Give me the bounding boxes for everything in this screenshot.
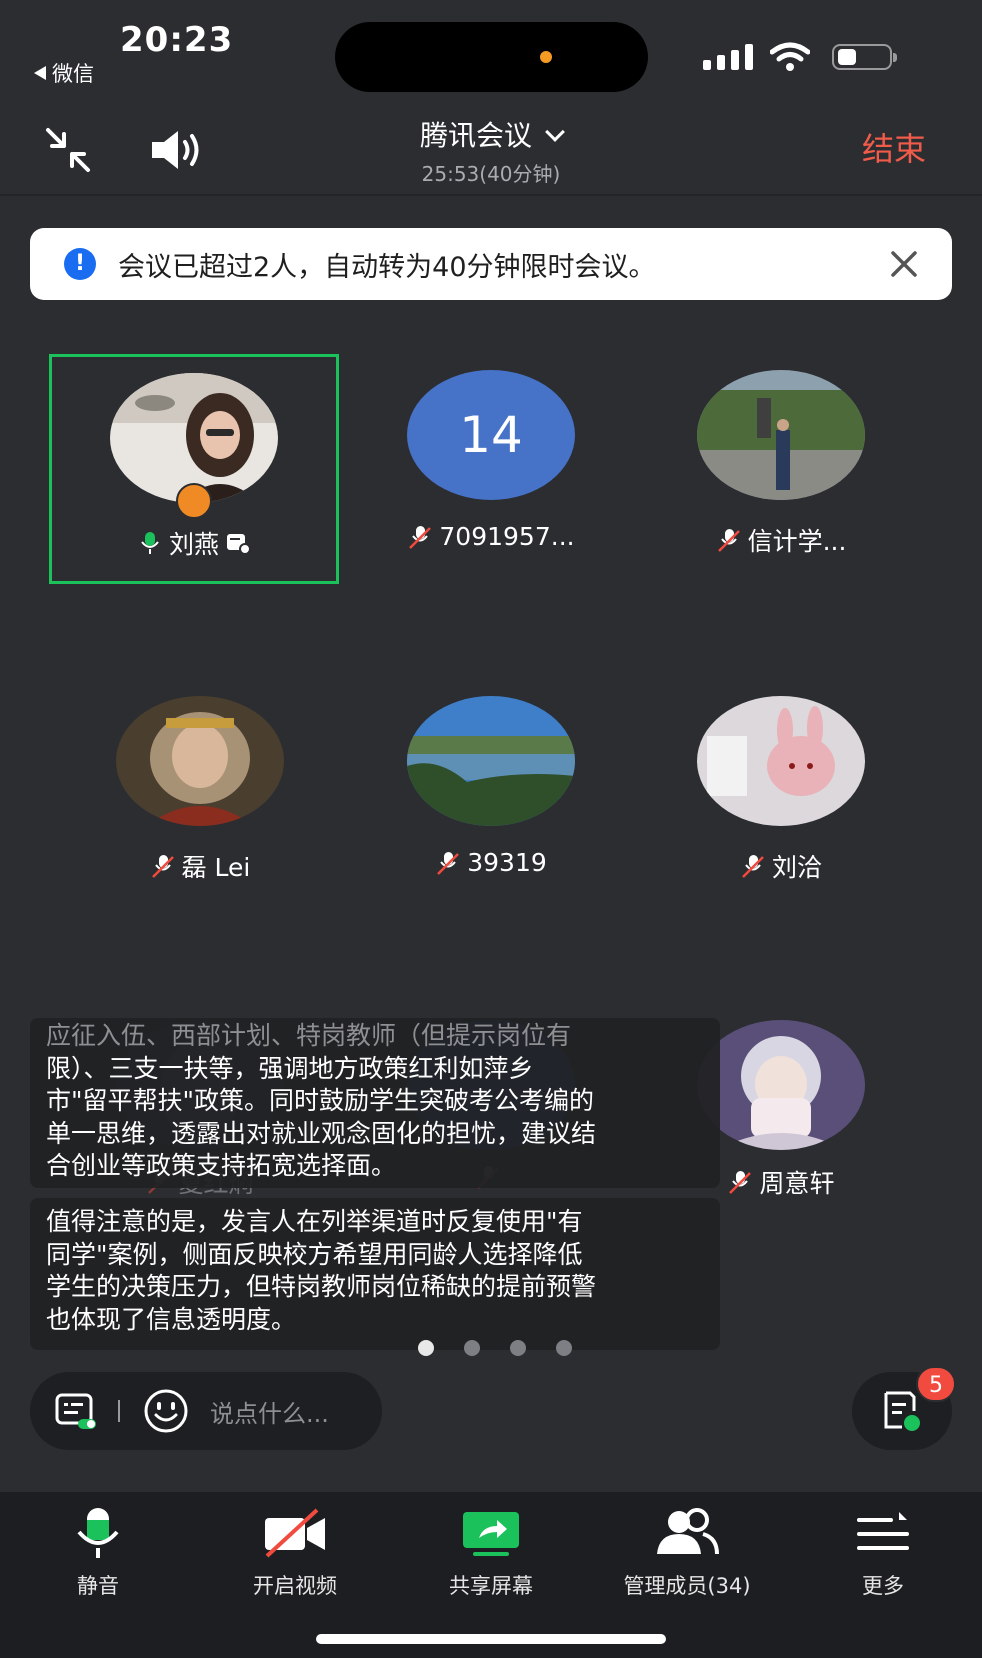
notice-text: 会议已超过2人，自动转为40分钟限时会议。 [118,251,656,283]
divider [118,1400,120,1422]
members-icon [657,1508,719,1555]
mute-label: 静音 [77,1574,119,1598]
chevron-down-icon [545,122,565,142]
dynamic-island [335,22,648,92]
page-indicator[interactable] [418,1340,572,1356]
participant-name: 周意轩 [759,1169,835,1198]
battery-icon [832,44,897,70]
meeting-title-dropdown[interactable]: 腾讯会议 [0,114,982,154]
avatar [697,1020,865,1150]
mic-muted-icon [742,855,764,878]
caption-line: 同学"案例，侧面反映校方希望用同龄人选择降低 [46,1239,583,1269]
back-arrow-icon [34,66,46,80]
emoji-icon[interactable] [142,1387,190,1435]
header-divider [0,194,982,196]
share-screen-label: 共享屏幕 [449,1574,533,1598]
caption-line: 应征入伍、西部计划、特岗教师（但提示岗位有 [46,1021,572,1050]
recording-indicator-icon [540,51,552,63]
participant-tile-active-speaker[interactable]: 刘燕 [49,354,339,584]
caption-line: 值得注意的是，发言人在列举渠道时反复使用"有 [46,1207,583,1236]
notes-count-badge: 5 [916,1366,956,1402]
wifi-icon [770,42,810,71]
participant-name: 7091957... [439,522,575,551]
signal-icon [703,44,753,70]
participant-tile[interactable]: 39319 [346,680,636,910]
mic-muted-icon [409,525,432,549]
avatar [697,696,865,826]
meeting-timer: 25:53(40分钟) [421,162,561,186]
participant-tile[interactable]: 磊 Lei [55,680,345,910]
participant-name: 39319 [467,848,547,877]
page-dot[interactable] [510,1340,526,1356]
caption-line: 限）、三支一扶等，强调地方政策红利如萍乡 [46,1053,534,1083]
manage-members-button[interactable]: 管理成员(34) [597,1506,777,1616]
start-video-label: 开启视频 [253,1574,337,1598]
page-dot[interactable] [418,1340,434,1356]
mic-muted-icon [717,529,740,552]
close-icon[interactable] [890,250,918,278]
participant-name: 刘洽 [771,853,822,882]
caption-line: 学生的决策压力，但特岗教师岗位稀缺的提前预警 [46,1272,597,1301]
status-time: 20:23 [120,20,234,60]
more-menu-icon [857,1512,909,1550]
screen-status-icon [227,534,251,555]
status-bar: 20:23 微信 [0,0,982,110]
mic-muted-icon [151,855,174,878]
page-dot[interactable] [464,1340,480,1356]
chat-input-placeholder[interactable]: 说点什么... [210,1394,329,1429]
mute-button[interactable]: 静音 [8,1506,188,1616]
caption-line: 也体现了信息透明度。 [46,1304,297,1334]
more-label: 更多 [862,1574,904,1598]
caption-toggle-icon[interactable] [54,1389,98,1433]
participant-tile[interactable]: 刘洽 [636,680,926,910]
share-screen-icon [463,1512,519,1556]
caption-line: 单一思维，透露出对就业观念固化的担忧，建议结 [46,1118,597,1148]
mic-muted-icon [437,851,460,875]
avatar [407,696,575,826]
caption-line: 市"留平帮扶"政策。同时鼓励学生突破考公考编的 [46,1086,594,1115]
back-to-wechat-link[interactable]: 微信 [34,58,94,88]
info-icon: ! [64,248,96,280]
participant-name: 磊 Lei [181,853,251,882]
mic-on-icon [141,532,159,554]
mic-muted-icon [729,1171,752,1194]
page-dot[interactable] [556,1340,572,1356]
back-app-label: 微信 [52,62,94,86]
notes-icon [884,1391,920,1431]
more-button[interactable]: 更多 [793,1506,973,1616]
participant-name: 信计学... [747,527,847,556]
participant-tile[interactable]: 14 7091957... [346,354,636,584]
time-limit-notice: ! 会议已超过2人，自动转为40分钟限时会议。 [30,228,952,300]
video-off-icon [265,1508,325,1558]
ai-summary-caption: 值得注意的是，发言人在列举渠道时反复使用"有 同学"案例，侧面反映校方希望用同龄… [30,1198,720,1350]
meeting-title: 腾讯会议 [419,119,532,152]
meeting-header: 腾讯会议 25:53(40分钟) 结束 [0,110,982,194]
avatar-number: 14 [407,370,575,500]
avatar [116,696,284,826]
home-indicator[interactable] [316,1634,666,1644]
end-meeting-button[interactable]: 结束 [862,124,926,170]
caption-line: 合创业等政策支持拓宽选择面。 [46,1151,397,1180]
share-screen-button[interactable]: 共享屏幕 [401,1506,581,1616]
avatar [697,370,865,500]
host-badge-icon [176,483,212,519]
manage-members-label: 管理成员(34) [623,1574,751,1598]
chat-input-bar[interactable]: 说点什么... [30,1372,382,1450]
mic-on-icon [77,1508,119,1558]
participant-name: 刘燕 [168,530,219,559]
ai-summary-caption: 应征入伍、西部计划、特岗教师（但提示岗位有 限）、三支一扶等，强调地方政策红利如… [30,1018,720,1188]
start-video-button[interactable]: 开启视频 [205,1506,385,1616]
participant-tile[interactable]: 信计学... [636,354,926,584]
